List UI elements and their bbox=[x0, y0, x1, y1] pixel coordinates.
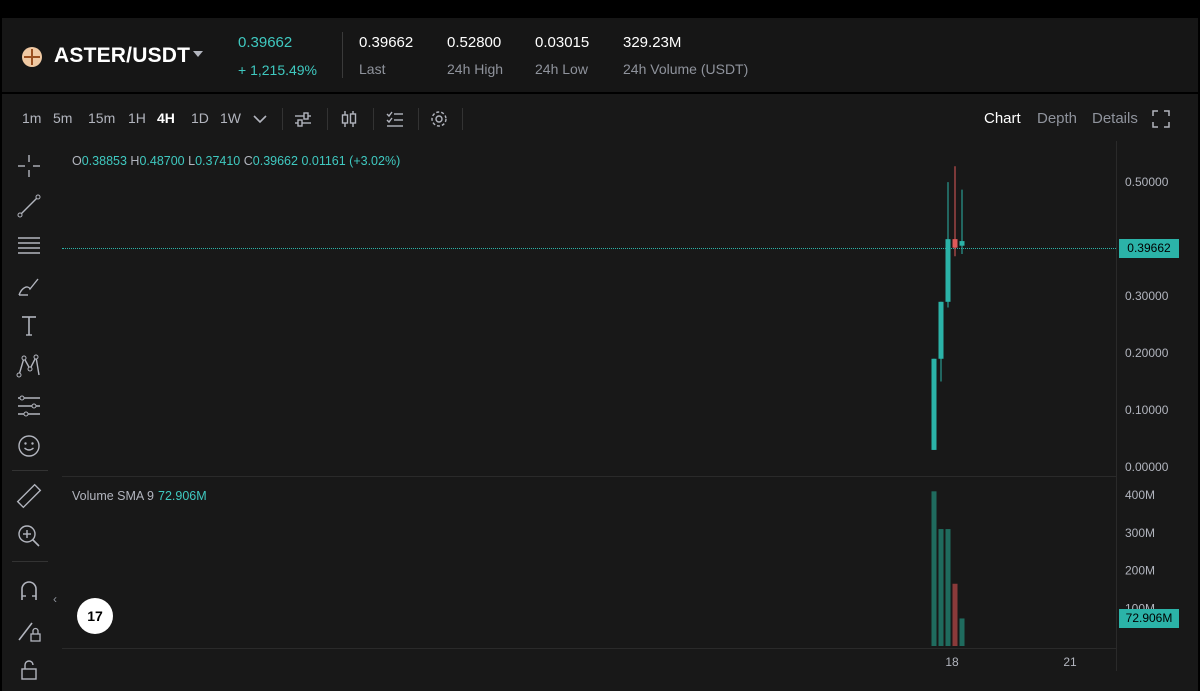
candle-body bbox=[945, 239, 951, 302]
price-tick-label: 0.30000 bbox=[1125, 289, 1169, 303]
last-price-tag: 0.39662 bbox=[1119, 239, 1179, 258]
volume-bar bbox=[959, 618, 965, 646]
price-tick-label: 0.10000 bbox=[1125, 403, 1169, 417]
collapse-toolbar-icon[interactable]: ‹ bbox=[53, 592, 57, 606]
time-axis[interactable] bbox=[62, 648, 1116, 678]
candle-body bbox=[952, 239, 958, 248]
trading-panel: ASTER/USDT 0.39662 + 1,215.49% 0.39662 L… bbox=[2, 15, 1198, 691]
price-tick-label: 0.20000 bbox=[1125, 346, 1169, 360]
candle-body bbox=[931, 358, 937, 450]
candlestick-chart[interactable]: 0.50000 0.30000 0.20000 0.10000 0.00000 400M 3… bbox=[2, 18, 1198, 678]
candle-body bbox=[938, 301, 944, 359]
app-background: ASTER/USDT 0.39662 + 1,215.49% 0.39662 L… bbox=[0, 0, 1200, 691]
price-tick-label: 0.00000 bbox=[1125, 460, 1169, 474]
volume-bar bbox=[938, 529, 944, 646]
volume-tick-label: 400M bbox=[1125, 488, 1155, 502]
volume-last-tag: 72.906M bbox=[1119, 609, 1179, 628]
volume-tick-label: 300M bbox=[1125, 526, 1155, 540]
candle-body bbox=[959, 241, 965, 246]
price-tick-label: 0.50000 bbox=[1125, 175, 1169, 189]
volume-bar bbox=[952, 583, 958, 646]
volume-tick-label: 200M bbox=[1125, 564, 1155, 578]
volume-bar bbox=[931, 491, 937, 646]
tradingview-logo[interactable]: 17 bbox=[77, 598, 113, 634]
volume-bar bbox=[945, 529, 951, 646]
